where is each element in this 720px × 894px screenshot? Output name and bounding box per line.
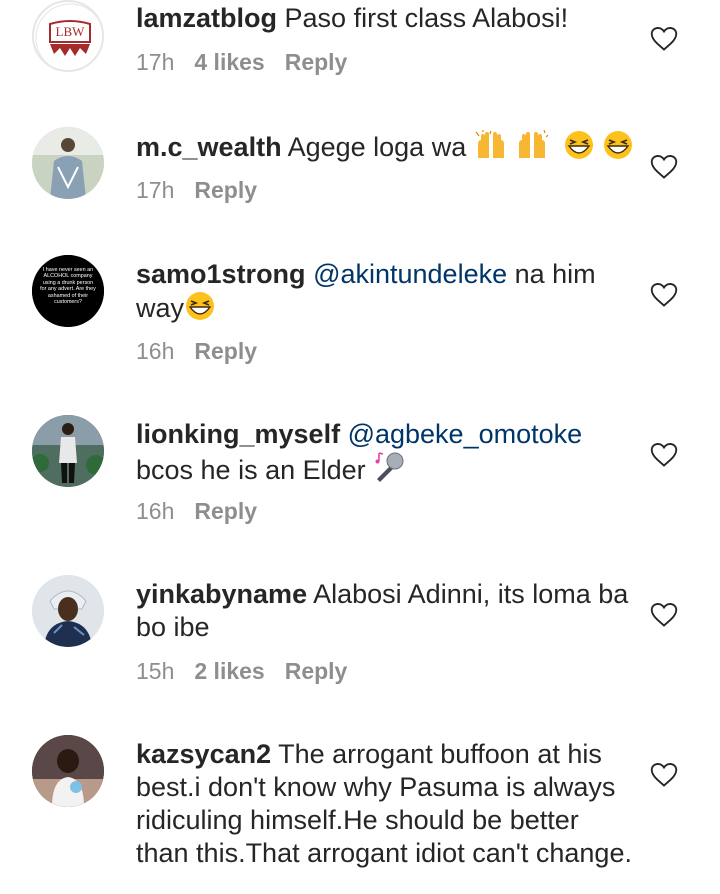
comment-username[interactable]: lionking_myself	[136, 419, 340, 449]
heart-outline-icon[interactable]	[650, 282, 678, 308]
reply-button[interactable]: Reply	[194, 498, 257, 525]
comment-message: Agege loga wa	[287, 132, 467, 162]
comment-time[interactable]: 15h	[136, 658, 174, 685]
grinning-squinting-emoji	[604, 131, 633, 159]
raising-hands-emoji	[519, 130, 549, 158]
comment-text: lionking_myself @agbeke_omotoke bcos he …	[136, 418, 636, 487]
reply-button[interactable]: Reply	[285, 658, 348, 685]
reply-button[interactable]: Reply	[194, 177, 257, 204]
comment-time[interactable]: 17h	[136, 49, 174, 76]
comment-meta: 17h 4 likes Reply	[136, 49, 347, 76]
comment-time[interactable]: 16h	[136, 498, 174, 525]
heart-outline-icon[interactable]	[650, 762, 678, 788]
comment-username[interactable]: m.c_wealth	[136, 132, 282, 162]
avatar[interactable]	[32, 575, 104, 647]
comment-message: bcos he is an Elder	[136, 455, 366, 485]
comment-meta: 16h Reply	[136, 338, 257, 365]
comment-likes[interactable]: 4 likes	[194, 49, 264, 76]
comment-text: lamzatblog Paso first class Alabosi!	[136, 2, 636, 35]
lbw-logo-icon: LBW	[35, 3, 102, 70]
avatar-logo-text: LBW	[56, 24, 86, 39]
avatar-caption: I have never seen an ALCOHOL company usi…	[40, 267, 96, 306]
avatar[interactable]	[32, 127, 104, 199]
comment-meta: 15h 2 likes Reply	[136, 658, 347, 685]
reply-button[interactable]: Reply	[194, 338, 257, 365]
comment-time[interactable]: 17h	[136, 177, 174, 204]
comment-text: kazsycan2 The arrogant buffoon at his be…	[136, 738, 636, 870]
comment-meta: 17h Reply	[136, 177, 257, 204]
comment-username[interactable]: lamzatblog	[136, 3, 277, 33]
text-avatar-icon: I have never seen an ALCOHOL company usi…	[32, 255, 104, 327]
heart-outline-icon[interactable]	[650, 442, 678, 468]
comment-meta: 16h Reply	[136, 498, 257, 525]
avatar[interactable]: I have never seen an ALCOHOL company usi…	[32, 255, 104, 327]
user-photo-icon	[32, 127, 104, 199]
comment-text: yinkabyname Alabosi Adinni, its loma ba …	[136, 578, 636, 644]
heart-outline-icon[interactable]	[650, 26, 678, 52]
microphone-emoji	[375, 452, 404, 482]
comment-text: m.c_wealth Agege loga wa	[136, 130, 636, 164]
avatar[interactable]	[32, 415, 104, 487]
comment-time[interactable]: 16h	[136, 338, 174, 365]
user-photo-icon	[32, 735, 104, 807]
comment-username[interactable]: samo1strong	[136, 259, 306, 289]
comment-mention[interactable]: @akintundeleke	[313, 259, 507, 289]
comment-username[interactable]: kazsycan2	[136, 739, 271, 769]
comment-message: Paso first class Alabosi!	[284, 3, 569, 33]
comment-mention[interactable]: @agbeke_omotoke	[348, 419, 583, 449]
user-photo-icon	[32, 575, 104, 647]
comment-username[interactable]: yinkabyname	[136, 579, 307, 609]
raising-hands-emoji	[475, 130, 504, 158]
heart-outline-icon[interactable]	[650, 602, 678, 628]
grinning-squinting-emoji	[564, 131, 593, 159]
avatar[interactable]: LBW	[32, 0, 104, 72]
comment-text: samo1strong @akintundeleke na him way	[136, 258, 636, 325]
heart-outline-icon[interactable]	[650, 154, 678, 180]
comment-likes[interactable]: 2 likes	[194, 658, 264, 685]
user-photo-icon	[32, 415, 104, 487]
reply-button[interactable]: Reply	[285, 49, 348, 76]
grinning-squinting-emoji	[186, 292, 215, 320]
avatar[interactable]	[32, 735, 104, 807]
